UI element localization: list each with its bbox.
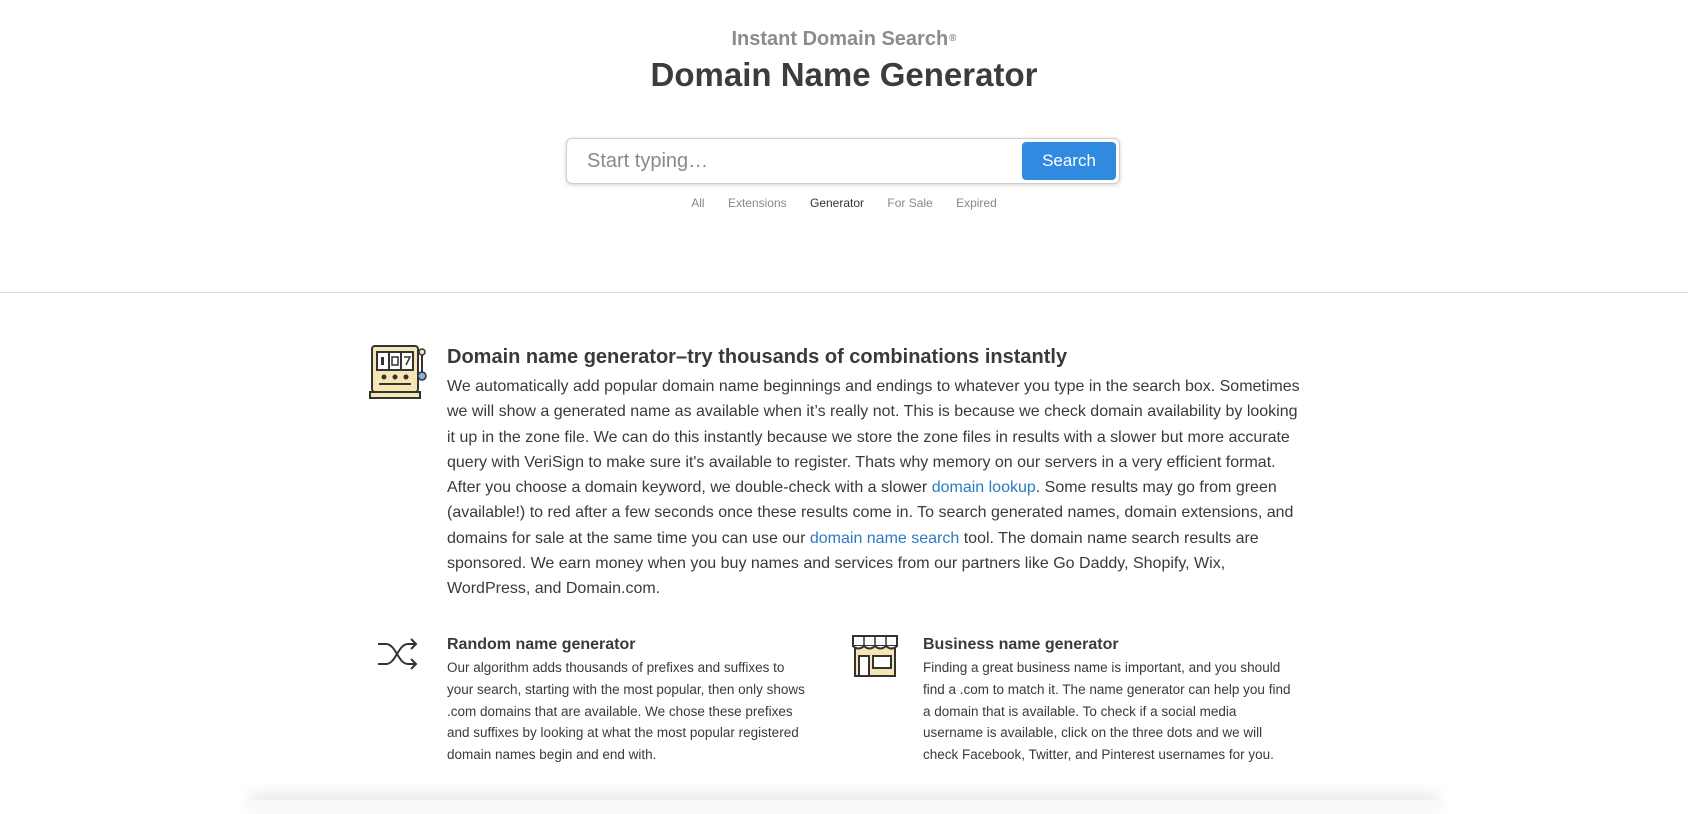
search-button[interactable]: Search [1022,142,1116,180]
bottom-panel-edge [250,800,1438,814]
search-box: Search [566,138,1120,184]
shuffle-icon [378,638,418,670]
main-description: We automatically add popular domain name… [447,378,1300,598]
tab-all[interactable]: All [691,196,704,210]
brand-name: Instant Domain Search® [731,28,957,50]
tab-for-sale[interactable]: For Sale [887,196,932,210]
random-generator-heading: Random name generator [447,636,636,653]
business-generator-description: Finding a great business name is importa… [923,660,1291,763]
random-generator-description: Our algorithm adds thousands of prefixes… [447,660,805,763]
page-title: Domain Name Generator [650,56,1038,93]
tab-expired[interactable]: Expired [956,196,997,210]
trademark-symbol: ® [949,33,957,44]
tab-generator[interactable]: Generator [810,196,864,210]
search-input[interactable] [567,139,1017,183]
main-heading: Domain name generator–try thousands of c… [447,346,1068,368]
domain-name-search-link[interactable]: domain name search [810,530,959,547]
tab-extensions[interactable]: Extensions [728,196,787,210]
storefront-icon [852,635,898,677]
business-generator-heading: Business name generator [923,636,1119,653]
section-divider [0,292,1688,293]
search-mode-tabs: All Extensions Generator For Sale Expire… [0,196,1688,210]
domain-lookup-link[interactable]: domain lookup [932,479,1036,496]
slot-machine-icon [369,345,427,399]
